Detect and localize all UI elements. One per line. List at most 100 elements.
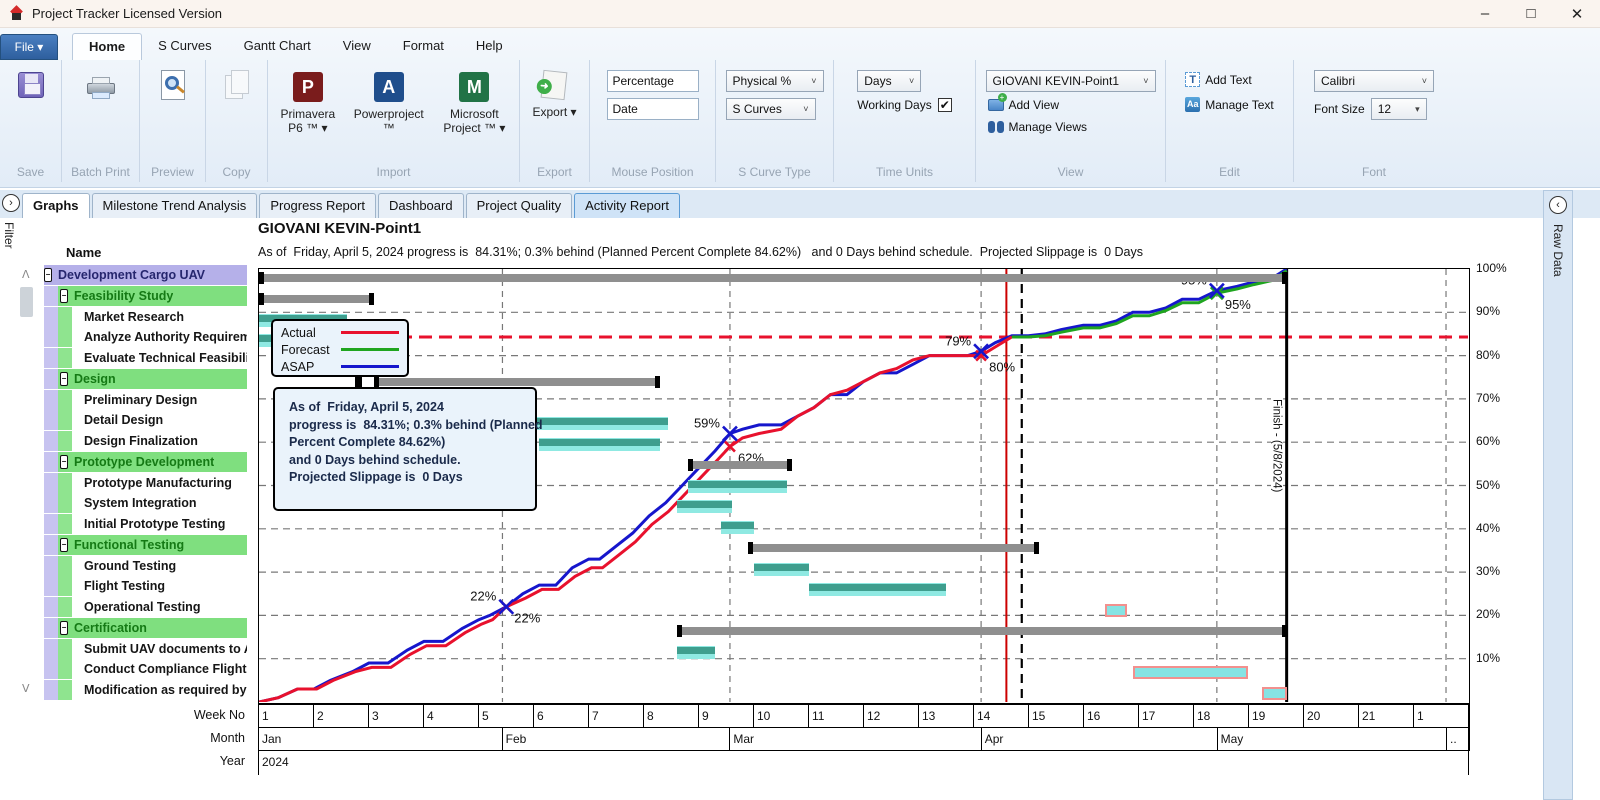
copy-button[interactable] (216, 66, 258, 108)
save-button[interactable] (10, 66, 52, 108)
font-family-dropdown[interactable]: Calibri ˅ (1314, 70, 1434, 92)
filter-panel-tab[interactable]: Filter (2, 222, 16, 249)
tree-scroll-down-arrow[interactable]: ᐯ (22, 682, 30, 695)
menu-tab-home[interactable]: Home (72, 33, 143, 60)
close-button[interactable]: ✕ (1554, 0, 1600, 27)
tree-scrollbar-thumb[interactable] (20, 287, 33, 317)
tree-scroll-up-arrow[interactable]: ᐱ (22, 268, 30, 281)
manage-views-button[interactable]: Manage Views (986, 118, 1090, 136)
tree-item-design[interactable]: − Design (44, 368, 247, 389)
content-tab-activity-report[interactable]: Activity Report (574, 193, 680, 218)
gantt-bar-initial-prototype-testing[interactable] (720, 521, 754, 535)
days-dropdown[interactable]: Days ˅ (857, 70, 922, 92)
gantt-bar-ground-testing[interactable] (753, 562, 809, 576)
gantt-bar-prototype-development[interactable] (687, 458, 793, 471)
tree-item-certification[interactable]: − Certification (44, 617, 247, 638)
month-row: Jan Feb Mar Apr May.. (258, 728, 1470, 751)
week-cell-22: 1 (1414, 705, 1469, 727)
tree-item-initial-prototype-testing[interactable]: Initial Prototype Testing (44, 514, 247, 535)
content-tab-dashboard[interactable]: Dashboard (377, 193, 464, 218)
minimize-button[interactable]: – (1462, 0, 1508, 27)
gantt-bar-functional-testing[interactable] (748, 541, 1040, 554)
week-cell-9: 9 (699, 705, 754, 727)
tree-item-evaluate-technical-feasibility[interactable]: Evaluate Technical Feasibility (44, 348, 247, 369)
collapse-toggle[interactable]: − (60, 454, 68, 469)
content-tab-project-quality[interactable]: Project Quality (465, 193, 573, 218)
preview-button[interactable] (152, 66, 194, 108)
menu-tab-s-curves[interactable]: S Curves (142, 33, 227, 60)
tree-item-conduct-compliance-flight-test[interactable]: Conduct Compliance Flight Test (44, 659, 247, 680)
filter-panel-expander[interactable]: › (2, 194, 20, 212)
gantt-bar-system-integration[interactable] (676, 500, 732, 514)
batch-print-button[interactable] (80, 66, 122, 108)
group-label-mouse-position: Mouse Position (611, 165, 694, 179)
menu-tab-view[interactable]: View (327, 33, 387, 60)
collapse-toggle[interactable]: − (60, 537, 68, 552)
raw-data-panel-tab[interactable] (1543, 190, 1573, 800)
menu-tab-help[interactable]: Help (460, 33, 519, 60)
gantt-bar-operational-testing[interactable] (1105, 604, 1128, 618)
menu-tab-format[interactable]: Format (387, 33, 460, 60)
tree-item-ground-testing[interactable]: Ground Testing (44, 555, 247, 576)
physical-percent-dropdown[interactable]: Physical % ˅ (725, 70, 824, 92)
font-size-dropdown[interactable]: 12 ▾ (1370, 98, 1427, 120)
tree-item-market-research[interactable]: Market Research (44, 306, 247, 327)
gantt-bar-conduct-compliance-flight-test[interactable] (1132, 666, 1249, 680)
y-axis-label-60: 60% (1476, 434, 1501, 449)
tree-item-preliminary-design[interactable]: Preliminary Design (44, 389, 247, 410)
progress-annotation-box[interactable]: As of Friday, April 5, 2024 progress is … (273, 387, 543, 511)
gantt-bar-development-cargo-uav[interactable] (259, 272, 1287, 284)
tree-item-system-integration[interactable]: System Integration (44, 493, 247, 514)
legend-label-forecast: Forecast (281, 342, 330, 357)
s-curves-dropdown[interactable]: S Curves ˅ (725, 98, 816, 120)
collapse-toggle[interactable]: − (44, 268, 52, 282)
tree-item-submit-uav-documents-to-aut[interactable]: Submit UAV documents to Aut... (44, 638, 247, 659)
mouse-position-percentage-input[interactable] (606, 70, 699, 92)
tree-item-detail-design[interactable]: Detail Design (44, 410, 247, 431)
tree-item-analyze-authority-requireme[interactable]: Analyze Authority Requireme... (44, 327, 247, 348)
annotation-line: and 0 Days behind schedule. (289, 452, 461, 467)
s-curve-chart-plot[interactable]: 22%22%59%62%79%80%95%95% Actual Forecast… (258, 268, 1470, 704)
gantt-bar-flight-testing[interactable] (808, 583, 946, 597)
tree-item-feasibility-study[interactable]: − Feasibility Study (44, 285, 247, 306)
working-days-checkbox[interactable]: ✔ (937, 98, 952, 112)
collapse-toggle[interactable]: − (60, 288, 68, 303)
chevron-down-icon: ▾ (1415, 103, 1420, 114)
gantt-bar-design[interactable] (374, 375, 661, 388)
add-text-button[interactable]: T Add Text (1183, 70, 1253, 89)
tree-item-flight-testing[interactable]: Flight Testing (44, 576, 247, 597)
tree-item-operational-testing[interactable]: Operational Testing (44, 597, 247, 618)
gantt-bar-design-finalization[interactable] (539, 438, 661, 452)
tree-item-prototype-manufacturing[interactable]: Prototype Manufacturing (44, 472, 247, 493)
tree-item-functional-testing[interactable]: − Functional Testing (44, 534, 247, 555)
chart-legend[interactable]: Actual Forecast ASAP (271, 319, 409, 377)
content-tab-progress-report[interactable]: Progress Report (259, 193, 376, 218)
raw-data-panel-label[interactable]: Raw Data (1551, 224, 1565, 277)
export-button[interactable]: ➜ Export ▾ (528, 66, 580, 122)
maximize-button[interactable]: □ (1508, 0, 1554, 27)
tree-item-design-finalization[interactable]: Design Finalization (44, 431, 247, 452)
gantt-bar-submit-uav-documents-to-authority[interactable] (676, 645, 716, 659)
menu-tab-gantt-chart[interactable]: Gantt Chart (228, 33, 327, 60)
gantt-bar-certification[interactable] (676, 624, 1287, 637)
add-view-button[interactable]: Add View (986, 93, 1061, 114)
gantt-bar-modification-as-required[interactable] (1261, 687, 1287, 701)
mouse-position-date-input[interactable] (606, 98, 699, 120)
content-tab-graphs[interactable]: Graphs (22, 193, 90, 218)
import-msproject-button[interactable]: M Microsoft Project ™ ▾ (438, 68, 511, 138)
file-menu-button[interactable]: File ▾ (0, 34, 58, 60)
tree-item-development-cargo-uav[interactable]: − Development Cargo UAV (44, 265, 247, 285)
collapse-toggle[interactable]: − (60, 620, 68, 635)
raw-data-panel-collapser[interactable]: ‹ (1549, 196, 1567, 214)
content-tab-milestone-trend-analysis[interactable]: Milestone Trend Analysis (91, 193, 258, 218)
gantt-bar-feasibility-study[interactable] (259, 292, 375, 305)
manage-text-button[interactable]: Aa Manage Text (1183, 95, 1276, 114)
gantt-bar-prototype-manufacturing[interactable] (687, 479, 787, 493)
import-primavera-button[interactable]: P Primavera P6 ™ ▾ (276, 68, 340, 138)
collapse-toggle[interactable]: − (60, 371, 68, 386)
tree-item-prototype-development[interactable]: − Prototype Development (44, 451, 247, 472)
import-powerproject-button[interactable]: A Powerproject ™ (350, 68, 428, 138)
y-axis-label-40: 40% (1476, 520, 1501, 535)
view-selector-dropdown[interactable]: GIOVANI KEVIN-Point1 ˅ (985, 70, 1156, 92)
tree-item-modification-as-required-by-a[interactable]: Modification as required by a... (44, 680, 247, 701)
